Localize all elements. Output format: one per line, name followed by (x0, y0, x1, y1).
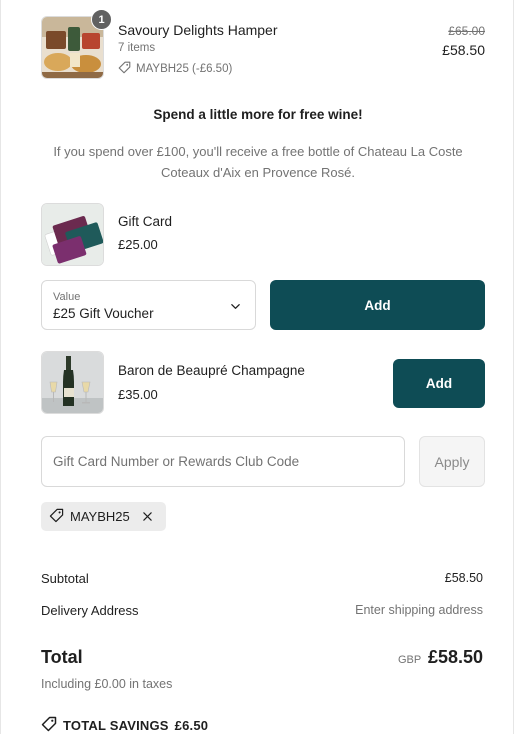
tag-icon (118, 61, 131, 77)
discount-code-input[interactable] (41, 436, 405, 487)
delivery-label: Delivery Address (41, 603, 139, 618)
item-discount-label: MAYBH25 (-£6.50) (136, 63, 233, 75)
apply-button[interactable]: Apply (419, 436, 485, 487)
champagne-image (41, 351, 104, 414)
chevron-down-icon (230, 299, 241, 317)
gift-card-image (41, 203, 104, 266)
select-label: Value (53, 291, 81, 303)
add-gift-card-button[interactable]: Add (270, 280, 485, 330)
tag-icon (49, 508, 64, 526)
line-item: 1 Savoury Delights Hamper 7 items MAYBH2… (41, 9, 485, 80)
original-price: £65.00 (448, 24, 485, 38)
item-price: £58.50 (442, 42, 485, 58)
tag-icon (41, 716, 57, 734)
total-value: £58.50 (427, 647, 483, 667)
item-discount: MAYBH25 (-£6.50) (118, 61, 232, 77)
subtotal-label: Subtotal (41, 571, 89, 586)
total-label: Total (41, 647, 83, 667)
gift-card-price: £25.00 (118, 237, 158, 252)
currency-code: GBP (398, 654, 422, 666)
order-summary-panel: 1 Savoury Delights Hamper 7 items MAYBH2… (0, 0, 514, 734)
applied-discount-chip: MAYBH25 (41, 502, 166, 531)
taxes-note: Including £0.00 in taxes (41, 677, 173, 691)
subtotal-value: £58.50 (444, 571, 483, 585)
savings-value: £6.50 (174, 718, 209, 733)
applied-code: MAYBH25 (70, 509, 130, 524)
item-count: 7 items (118, 42, 156, 54)
item-title: Savoury Delights Hamper (118, 22, 278, 38)
champagne-title: Baron de Beaupré Champagne (118, 363, 305, 378)
total-savings: TOTAL SAVINGS £6.50 (41, 716, 208, 734)
select-value: £25 Gift Voucher (53, 306, 154, 321)
promo-heading: Spend a little more for free wine! (153, 107, 363, 122)
gift-card-value-select[interactable]: Value £25 Gift Voucher (41, 280, 256, 330)
add-champagne-button[interactable]: Add (393, 359, 485, 408)
quantity-badge: 1 (91, 9, 112, 30)
gift-card-title: Gift Card (118, 214, 173, 229)
delivery-value: Enter shipping address (355, 603, 483, 617)
close-icon[interactable] (142, 511, 153, 522)
promo-text: If you spend over £100, you'll receive a… (53, 144, 463, 180)
savings-label: TOTAL SAVINGS (63, 718, 169, 733)
champagne-price: £35.00 (118, 387, 158, 402)
